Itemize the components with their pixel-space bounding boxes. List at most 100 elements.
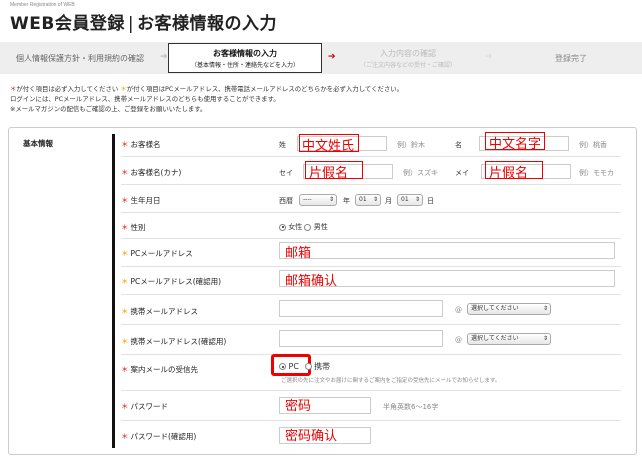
chevron-updown-icon: ⇕ <box>414 196 420 203</box>
label-name-text: お客様名 <box>130 140 161 149</box>
row-password-confirm: ＊パスワード(確認用) 密码确认 <box>121 422 621 448</box>
row-receive: ＊案内メールの受信先 PC 携帯 ご選択の先に注文やお届けに関するご案内をご指定… <box>121 354 621 391</box>
select-mobile-domain-confirm-value: 選択してください <box>471 335 519 342</box>
select-mobile-domain[interactable]: 選択してください ⇕ <box>467 303 551 315</box>
step-confirm-sub: （ご注文内容などの受付・ご確認） <box>359 61 456 69</box>
label-receive-pc: PC <box>288 362 299 371</box>
label-kana-text: お客様名(カナ) <box>130 168 182 177</box>
radio-receive-pc[interactable] <box>279 363 286 370</box>
receive-note: ご選択の先に注文やお届けに関するご案内をご指定の受信先にメールでお知らせします。 <box>281 378 501 384</box>
note-either: が付く項目はPCメールアドレス、携帯電話メールアドレスのどちらかを必ず入力してく… <box>126 85 404 93</box>
label-gender: ＊性別 <box>121 222 146 233</box>
label-receive-mobile: 携帯 <box>314 362 331 371</box>
label-kana-sei: セイ <box>279 169 293 177</box>
row-birth: ＊生年月日 西暦 ---- ⇕ 年 01 ⇕ 月 01 ⇕ 日 <box>121 186 621 213</box>
annotation-box <box>485 161 543 179</box>
required-asterisk-icon: ＊ <box>121 196 129 205</box>
select-month-value: 01 <box>359 196 367 203</box>
section-divider <box>112 134 115 448</box>
section-basic-info: 基本情報 <box>23 139 53 148</box>
label-mobile-mail-text: 携帯メールアドレス <box>130 307 199 316</box>
note-line-3: ※メールマガジンの配信もご確認の上、ご登録をお願いいたします。 <box>10 105 207 113</box>
annotation-box <box>485 132 545 150</box>
gender-options: 女性 男性 <box>279 222 328 232</box>
annotation-box <box>305 161 363 179</box>
either-asterisk-icon: ＊ <box>121 277 129 286</box>
step-confirm: 入力内容の確認 （ご注文内容などの受付・ご確認） <box>338 42 478 74</box>
step-complete: 登録完了 <box>500 42 642 74</box>
label-mei: 名 <box>455 141 462 149</box>
step-input-sub: （基本情報・住所・連絡先などを入力） <box>190 61 299 69</box>
label-female: 女性 <box>288 223 303 231</box>
radio-male[interactable] <box>304 223 312 231</box>
example-last-name: 例）鈴木 <box>397 141 425 149</box>
annotation-password-confirm: 密码确认 <box>285 429 338 444</box>
label-gender-text: 性別 <box>130 223 146 232</box>
step-arrow-icon: ➔ <box>485 52 493 62</box>
label-password-text: パスワード <box>130 402 169 411</box>
label-kana-mei: メイ <box>455 169 469 177</box>
select-year-value: ---- <box>303 196 312 203</box>
progress-steps: 個人情報保護方針・利用規約の確認 ➔ お客様情報の入力 （基本情報・住所・連絡先… <box>0 42 642 74</box>
label-pc-mail-confirm-text: PCメールアドレス(確認用) <box>130 277 222 286</box>
select-month[interactable]: 01 ⇕ <box>355 194 381 206</box>
chevron-updown-icon: ⇕ <box>328 196 334 203</box>
row-password: ＊パスワード 密码 半角英数6～16字 <box>121 392 621 421</box>
example-kana-sei: 例）スズキ <box>403 169 438 177</box>
input-pc-mail[interactable] <box>279 242 615 259</box>
label-pc-mail: ＊ PCメールアドレス <box>121 248 193 259</box>
step-policy-label: 個人情報保護方針・利用規約の確認 <box>16 53 144 63</box>
row-kana: ＊お客様名(カナ) セイ 片假名 例）スズキ メイ 片假名 例）モモカ <box>121 158 621 185</box>
select-year[interactable]: ---- ⇕ <box>299 194 337 206</box>
row-name: ＊お客様名 姓 中文姓氏 例）鈴木 名 中文名字 例）桃香 <box>121 132 621 157</box>
step-input-label: お客様情報の入力 <box>213 48 277 58</box>
label-name: ＊お客様名 <box>121 139 161 150</box>
label-era: 西暦 <box>279 197 293 205</box>
note-line-1: ＊が付く項目は必ず入力してください ＊が付く項目はPCメールアドレス、携帯電話メ… <box>10 84 403 94</box>
label-password: ＊パスワード <box>121 401 168 412</box>
registration-form: 基本情報 ＊お客様名 姓 中文姓氏 例）鈴木 名 中文名字 例）桃香 ＊お客様名… <box>8 127 637 455</box>
step-complete-label: 登録完了 <box>555 53 587 63</box>
step-confirm-label: 入力内容の確認 <box>380 48 436 58</box>
step-input-current: お客様情報の入力 （基本情報・住所・連絡先などを入力） <box>168 43 322 73</box>
annotation-pc-mail: 邮箱 <box>285 246 312 261</box>
input-mobile-mail[interactable] <box>279 300 443 317</box>
label-mobile-mail-confirm: ＊携帯メールアドレス(確認用) <box>121 336 226 347</box>
required-asterisk-icon: ＊ <box>121 432 129 441</box>
label-month: 月 <box>385 197 392 205</box>
select-day[interactable]: 01 ⇕ <box>397 194 423 206</box>
row-pc-mail-confirm: ＊ PCメールアドレス(確認用) 邮箱确认 <box>121 268 621 295</box>
label-year: 年 <box>343 197 350 205</box>
label-birth-text: 生年月日 <box>130 196 161 205</box>
annotation-password: 密码 <box>285 399 312 414</box>
select-day-value: 01 <box>401 196 409 203</box>
required-asterisk-icon: ＊ <box>121 365 129 374</box>
required-asterisk-icon: ＊ <box>121 223 129 232</box>
required-asterisk-icon: ＊ <box>121 402 129 411</box>
input-mobile-mail-confirm[interactable] <box>279 330 443 347</box>
form-notes: ＊が付く項目は必ず入力してください ＊が付く項目はPCメールアドレス、携帯電話メ… <box>10 84 403 114</box>
label-birth: ＊生年月日 <box>121 195 161 206</box>
annotation-box <box>299 134 359 152</box>
chevron-updown-icon: ⇕ <box>542 305 548 312</box>
row-mobile-mail: ＊携帯メールアドレス @ 選択してください ⇕ <box>121 296 621 325</box>
label-day: 日 <box>427 197 434 205</box>
row-pc-mail: ＊ PCメールアドレス 邮箱 <box>121 240 621 267</box>
chevron-updown-icon: ⇕ <box>372 196 378 203</box>
label-kana: ＊お客様名(カナ) <box>121 167 181 178</box>
select-mobile-domain-confirm[interactable]: 選択してください ⇕ <box>467 333 551 345</box>
radio-receive-mobile[interactable] <box>304 363 312 370</box>
label-password-confirm: ＊パスワード(確認用) <box>121 431 196 442</box>
label-pc-mail-text: PCメールアドレス <box>130 249 193 258</box>
either-asterisk-icon: ＊ <box>121 249 129 258</box>
required-asterisk-icon: ＊ <box>121 168 129 177</box>
note-line-2: ログインには、PCメールアドレス、携帯メールアドレスのどちらも使用することができ… <box>10 95 280 103</box>
step-policy: 個人情報保護方針・利用規約の確認 <box>0 42 160 74</box>
label-mobile-mail: ＊携帯メールアドレス <box>121 306 198 317</box>
row-mobile-mail-confirm: ＊携帯メールアドレス(確認用) @ 選択してください ⇕ <box>121 326 621 355</box>
header-subtitle: Member Registration of WEB <box>10 2 75 8</box>
label-password-confirm-text: パスワード(確認用) <box>130 432 197 441</box>
password-hint: 半角英数6～16字 <box>383 403 439 411</box>
radio-female[interactable] <box>279 223 286 231</box>
chevron-updown-icon: ⇕ <box>542 335 548 342</box>
